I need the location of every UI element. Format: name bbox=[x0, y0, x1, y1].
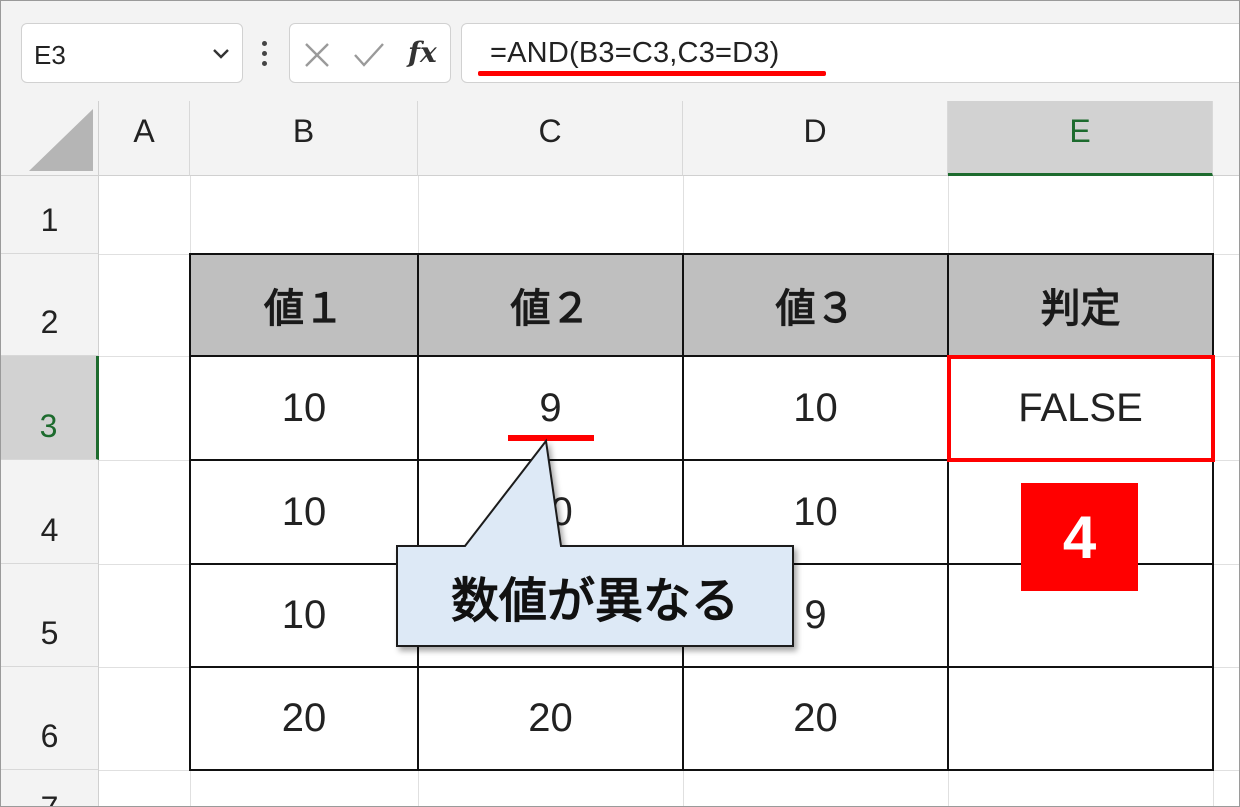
callout-label: 数値が異なる bbox=[450, 573, 739, 629]
callout-bubble bbox=[396, 438, 794, 647]
spreadsheet-window: E3 fx =AND(B3=C3,C3=D3) A B C D E 1 2 3 … bbox=[0, 0, 1240, 807]
